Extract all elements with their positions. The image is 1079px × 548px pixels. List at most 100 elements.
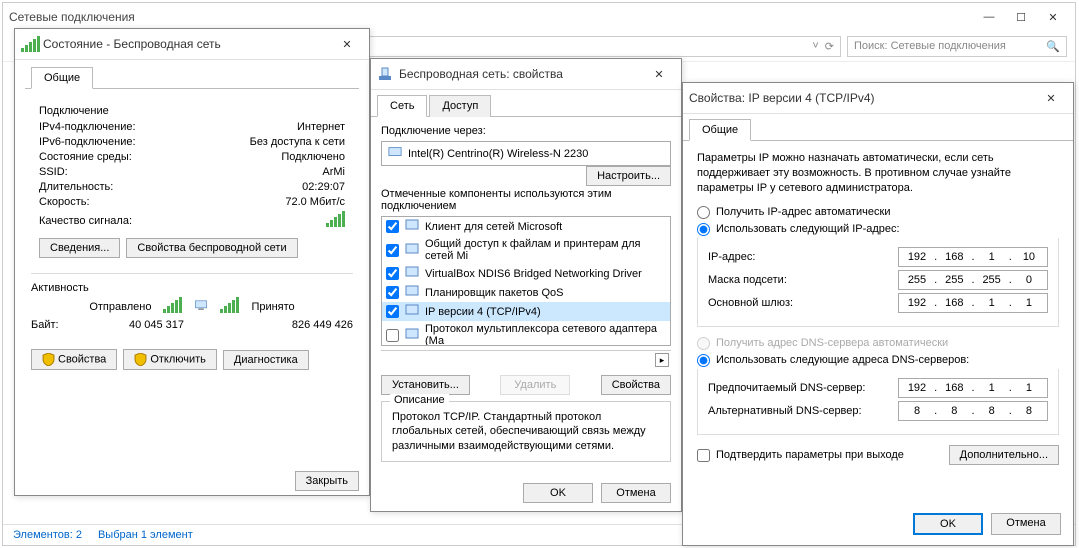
radio-ip-auto-input[interactable] [697,206,710,219]
adapter-properties-window: Беспроводная сеть: свойства Сеть Доступ … [370,58,682,512]
component-label: Планировщик пакетов QoS [425,287,564,299]
properties-button[interactable]: Свойства [31,349,117,370]
adapter-name-box: Intel(R) Centrino(R) Wireless-N 2230 [381,141,671,166]
component-item[interactable]: Общий доступ к файлам и принтерам для се… [382,236,670,264]
component-label: Протокол мультиплексора сетевого адаптер… [425,323,666,346]
speed-label: Скорость: [39,196,285,208]
search-placeholder: Поиск: Сетевые подключения [854,40,1006,52]
media-label: Состояние среды: [39,151,281,163]
duration-label: Длительность: [39,181,302,193]
wireless-properties-button[interactable]: Свойства беспроводной сети [126,238,297,258]
props-window-title: Беспроводная сеть: свойства [399,67,643,81]
component-item[interactable]: Планировщик пакетов QoS [382,283,670,302]
cancel-button[interactable]: Отмена [601,483,671,503]
component-icon [405,266,419,281]
adapter-icon [377,66,393,82]
advanced-button[interactable]: Дополнительно... [949,445,1059,465]
gateway-label: Основной шлюз: [708,297,898,309]
close-icon[interactable] [331,33,363,55]
search-input[interactable]: Поиск: Сетевые подключения 🔍 [847,36,1067,57]
component-item[interactable]: VirtualBox NDIS6 Bridged Networking Driv… [382,264,670,283]
signal-quality-bars [326,211,345,230]
scroll-right-icon[interactable]: ▸ [655,353,669,367]
signal-label: Качество сигнала: [39,215,326,227]
adapter-name: Intel(R) Centrino(R) Wireless-N 2230 [408,148,588,160]
component-properties-button[interactable]: Свойства [601,375,671,395]
intro-text: Параметры IP можно назначать автоматичес… [697,151,1059,196]
ipv4-value: Интернет [297,121,345,133]
preferred-dns-field[interactable]: 192.168.1.1 [898,378,1048,398]
component-item[interactable]: Протокол мультиплексора сетевого адаптер… [382,321,670,346]
bytes-label: Байт: [31,319,91,331]
component-label: Клиент для сетей Microsoft [425,221,562,233]
tab-general[interactable]: Общие [31,67,93,89]
component-checkbox[interactable] [386,244,399,257]
cancel-button[interactable]: Отмена [991,513,1061,535]
component-label: Общий доступ к файлам и принтерам для се… [425,238,666,262]
mask-label: Маска подсети: [708,274,898,286]
ipv4-properties-window: Свойства: IP версии 4 (TCP/IPv4) Общие П… [682,82,1074,546]
radio-dns-auto-input [697,337,710,350]
radio-ip-manual-input[interactable] [697,223,710,236]
status-window-title: Состояние - Беспроводная сеть [43,37,331,51]
component-item[interactable]: IP версии 4 (TCP/IPv4) [382,302,670,321]
chevron-down-icon[interactable]: ˅ [812,40,818,52]
configure-button[interactable]: Настроить... [586,166,671,186]
media-value: Подключено [281,151,345,163]
ipv4-window-title: Свойства: IP версии 4 (TCP/IPv4) [689,91,1035,105]
validate-checkbox[interactable] [697,449,710,462]
wifi-status-window: Состояние - Беспроводная сеть Общие Подк… [14,28,370,496]
subnet-mask-field[interactable]: 255.255.255.0 [898,270,1048,290]
close-icon[interactable] [1035,87,1067,109]
component-checkbox[interactable] [386,220,399,233]
close-button[interactable]: Закрыть [295,471,359,491]
radio-dns-auto: Получить адрес DNS-сервера автоматически [697,337,1059,350]
network-adapter-icon [388,146,402,161]
validate-checkbox-row[interactable]: Подтвердить параметры при выходе [697,449,904,462]
component-checkbox[interactable] [386,267,399,280]
tab-general[interactable]: Общие [689,119,751,141]
component-icon [405,328,419,343]
dns1-label: Предпочитаемый DNS-сервер: [708,382,898,394]
ip-address-field[interactable]: 192.168.1.10 [898,247,1048,267]
component-icon [405,304,419,319]
radio-ip-auto[interactable]: Получить IP-адрес автоматически [697,206,1059,219]
close-icon[interactable] [643,63,675,85]
components-label: Отмеченные компоненты используются этим … [381,188,671,212]
connection-heading: Подключение [39,105,345,117]
search-icon: 🔍 [1046,40,1060,53]
radio-dns-manual[interactable]: Использовать следующие адреса DNS-сервер… [697,354,1059,367]
tab-network[interactable]: Сеть [377,95,427,117]
speed-value: 72.0 Мбит/c [285,196,345,208]
radio-dns-manual-input[interactable] [697,354,710,367]
dns2-label: Альтернативный DNS-сервер: [708,405,898,417]
close-button[interactable] [1037,6,1069,28]
components-listbox[interactable]: Клиент для сетей Microsoft Общий доступ … [381,216,671,346]
gateway-field[interactable]: 192.168.1.1 [898,293,1048,313]
computer-icon [194,299,208,314]
component-checkbox[interactable] [386,329,399,342]
explorer-title: Сетевые подключения [9,10,973,24]
recv-label: Принято [251,301,294,313]
component-item[interactable]: Клиент для сетей Microsoft [382,217,670,236]
disable-button[interactable]: Отключить [123,349,217,370]
sent-label: Отправлено [89,301,151,313]
ipv6-value: Без доступа к сети [250,136,345,148]
refresh-icon[interactable]: ⟳ [825,40,834,53]
ipv6-label: IPv6-подключение: [39,136,250,148]
component-checkbox[interactable] [386,286,399,299]
ok-button[interactable]: OK [523,483,593,503]
component-checkbox[interactable] [386,305,399,318]
alternate-dns-field[interactable]: 8.8.8.8 [898,401,1048,421]
radio-ip-manual[interactable]: Использовать следующий IP-адрес: [697,223,1059,236]
activity-recv-bars-icon [220,297,239,316]
details-button[interactable]: Сведения... [39,238,120,258]
diagnose-button[interactable]: Диагностика [223,350,309,370]
install-button[interactable]: Установить... [381,375,470,395]
maximize-button[interactable] [1005,6,1037,28]
ok-button[interactable]: OK [913,513,983,535]
bytes-sent: 40 045 317 [91,319,222,331]
signal-icon [21,36,37,52]
minimize-button[interactable] [973,6,1005,28]
tab-access[interactable]: Доступ [429,95,491,117]
